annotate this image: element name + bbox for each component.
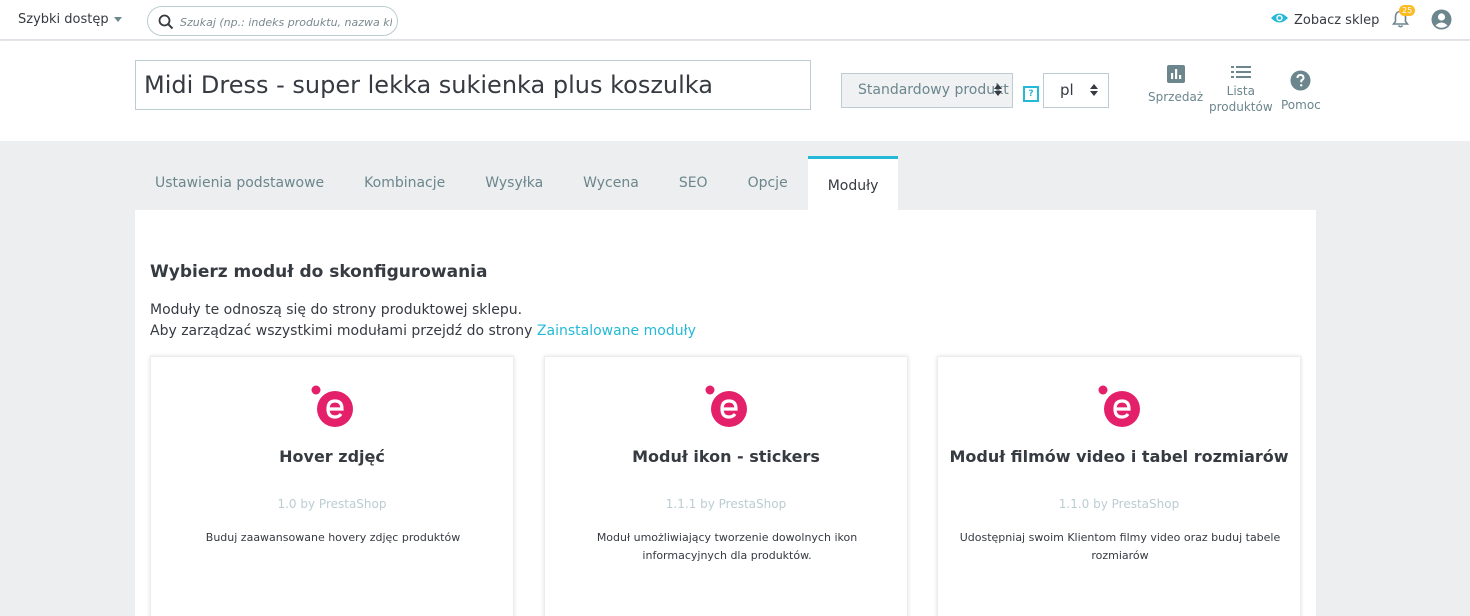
notifications-button[interactable]: 25	[1391, 5, 1416, 33]
module-version: 1.1.1 by PrestaShop	[665, 497, 787, 511]
select-arrows-icon	[994, 84, 1002, 96]
tab-options[interactable]: Opcje	[728, 156, 808, 210]
sales-button[interactable]: Sprzedaż	[1148, 65, 1203, 105]
product-header: Midi Dress - super lekka sukienka plus k…	[0, 41, 1470, 141]
select-arrows-icon	[1090, 84, 1098, 96]
view-shop-link[interactable]: Zobacz sklep	[1270, 12, 1379, 28]
quick-access-label: Szybki dostęp	[18, 12, 109, 27]
module-card[interactable]: Hover zdjęć 1.0 by PrestaShop Buduj zaaw…	[150, 356, 514, 616]
list-icon	[1230, 66, 1251, 78]
language-select[interactable]: pl	[1043, 73, 1109, 108]
product-list-label-1: Lista	[1226, 84, 1255, 98]
search-input[interactable]	[180, 13, 392, 31]
description-line-2-text: Aby zarządzać wszystkimi modułami przejd…	[150, 323, 533, 339]
help-button[interactable]: Pomoc	[1281, 70, 1321, 113]
search-icon[interactable]	[158, 14, 174, 34]
module-name: Moduł ikon - stickers	[632, 447, 820, 466]
tab-basic-settings[interactable]: Ustawienia podstawowe	[135, 156, 344, 210]
bar-chart-icon	[1166, 65, 1185, 83]
tab-shipping[interactable]: Wysyłka	[465, 156, 563, 210]
module-logo-icon	[311, 385, 353, 427]
modules-panel: Wybierz moduł do skonfigurowania Moduły …	[135, 210, 1316, 616]
module-description: Buduj zaawansowane hovery zdjęc produktó…	[205, 531, 461, 544]
quick-access-menu[interactable]: Szybki dostęp	[18, 12, 122, 27]
description-line-1: Moduły te odnoszą się do strony produkto…	[150, 302, 523, 318]
module-card[interactable]: Moduł filmów video i tabel rozmiarów 1.1…	[937, 356, 1301, 616]
product-type-value: Standardowy produkt	[858, 82, 1009, 98]
description-line-2: Aby zarządzać wszystkimi modułami przejd…	[150, 321, 696, 342]
module-description: Moduł umożliwiający tworzenie dowolnych …	[596, 531, 858, 562]
module-version: 1.0 by PrestaShop	[277, 497, 387, 511]
section-description: Moduły te odnoszą się do strony produkto…	[150, 300, 696, 342]
section-title: Wybierz moduł do skonfigurowania	[150, 262, 488, 282]
module-name: Hover zdjęć	[279, 447, 385, 466]
module-logo-icon	[705, 385, 747, 427]
user-menu[interactable]	[1431, 9, 1452, 34]
question-circle-icon	[1290, 70, 1311, 91]
tab-combinations[interactable]: Kombinacje	[344, 156, 465, 210]
module-version: 1.1.0 by PrestaShop	[1058, 497, 1180, 511]
tab-modules[interactable]: Moduły	[807, 156, 899, 210]
product-type-select[interactable]: Standardowy produkt	[841, 73, 1013, 108]
installed-modules-link[interactable]: Zainstalowane moduły	[537, 323, 696, 339]
tab-seo[interactable]: SEO	[659, 156, 728, 210]
help-label: Pomoc	[1281, 98, 1321, 112]
notification-badge: 25	[1399, 5, 1416, 16]
help-icon[interactable]: ?	[1023, 86, 1039, 102]
eye-icon	[1270, 12, 1289, 28]
tab-pricing[interactable]: Wycena	[563, 156, 659, 210]
module-description: Udostępniaj swoim Klientom filmy video o…	[959, 531, 1281, 562]
module-card[interactable]: Moduł ikon - stickers 1.1.1 by PrestaSho…	[544, 356, 908, 616]
product-tabs: Ustawienia podstawowe Kombinacje Wysyłka…	[135, 156, 899, 210]
language-value: pl	[1060, 81, 1074, 99]
sales-label: Sprzedaż	[1148, 90, 1204, 104]
product-list-label-2: produktów	[1209, 100, 1273, 114]
top-bar: Szybki dostęp Zobacz sklep 25	[0, 0, 1470, 40]
module-name: Moduł filmów video i tabel rozmiarów	[949, 447, 1289, 466]
user-icon	[1431, 9, 1452, 30]
search-box[interactable]	[147, 6, 398, 36]
product-name-input[interactable]: Midi Dress - super lekka sukienka plus k…	[135, 60, 811, 110]
chevron-down-icon	[113, 17, 122, 22]
view-shop-label: Zobacz sklep	[1294, 12, 1380, 28]
module-logo-icon	[1098, 385, 1140, 427]
product-list-button[interactable]: Lista produktów	[1209, 65, 1273, 115]
